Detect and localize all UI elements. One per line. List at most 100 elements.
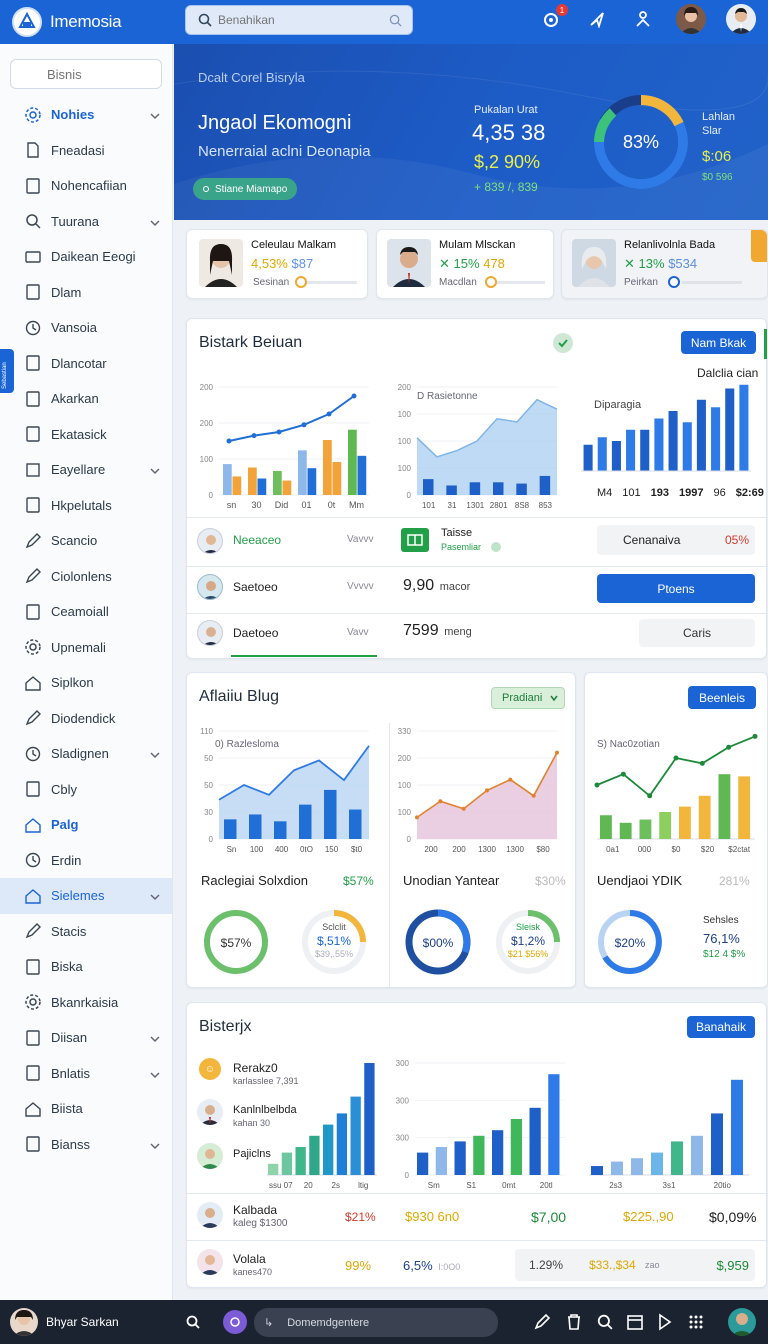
stat-value: 4,35 38 [472,120,546,145]
table-row[interactable]: Saetoeo Vvvvv 9,90 macor Ptoens [187,567,768,613]
sidebar-item[interactable]: Sladignen [0,736,172,772]
side-tag[interactable] [751,230,767,262]
section-action-button[interactable]: Banahaik [687,1016,755,1038]
chevron-down-icon[interactable] [150,216,160,231]
table-row[interactable]: Volala kanes470 99% 6,5% I:0O0 1.29% $33… [187,1241,768,1287]
sidebar-item[interactable]: Diodendick [0,701,172,737]
sidebar-item[interactable]: Eayellare [0,452,172,488]
sidebar-item-label: Fneadasi [51,142,105,158]
check-icon[interactable] [553,333,573,353]
bar [223,464,232,495]
breadcrumb[interactable]: Dcalt Corel Bisryla [198,70,305,85]
app-logo[interactable]: Imemosia [12,7,182,37]
chevron-down-icon[interactable] [150,1068,160,1083]
person-card-2[interactable]: Mulam Mlsckan ✕ 15% 478 Macdlan [376,229,554,299]
sidebar-item[interactable]: Tuurana [0,204,172,240]
section-action-button[interactable]: Nam Bkak [681,331,756,354]
pen-icon[interactable] [533,1313,551,1334]
sidebar-item[interactable]: Diisan [0,1020,172,1056]
progress-knob-icon[interactable] [295,276,307,288]
sidebar-item[interactable]: Sielemes [0,878,172,914]
sidebar-item[interactable]: Nohies [0,97,172,133]
notification-bell-icon[interactable]: 1 [538,4,568,32]
sidebar-item[interactable]: Stacis [0,914,172,950]
sidebar-item[interactable]: Ceamoiall [0,594,172,630]
x-tick-label: 101 [422,501,436,510]
doc-icon [24,1135,42,1153]
search-input[interactable] [218,13,378,27]
search-bar[interactable] [185,5,413,35]
search-icon-2[interactable] [597,1314,613,1333]
progress-knob-icon[interactable] [668,276,680,288]
sidebar-item[interactable]: Scancio [0,523,172,559]
bar [299,804,312,839]
progress-knob-icon[interactable] [485,276,497,288]
divider [389,723,390,989]
sidebar-item[interactable]: Nohencafiian [0,168,172,204]
search-icon [24,212,42,230]
chevron-down-icon[interactable] [150,464,160,479]
status-chip[interactable]: Stiane Miamapo [193,178,298,200]
x-tick-label: 400 [275,845,289,854]
sidebar-item[interactable]: Cbly [0,772,172,808]
sidebar-search[interactable] [10,59,237,89]
sidebar-item[interactable]: Dlam [0,275,172,311]
filter-dropdown[interactable]: Pradiani [491,687,565,709]
sidebar-item[interactable]: Bkanrkaisia [0,985,172,1021]
apps-grid-icon[interactable] [688,1314,704,1333]
table-row[interactable]: Neeaceo Vavvv Taisse Pasemliar Cenanaiva… [187,518,768,566]
bottom-command-input[interactable]: ↳ Domemdgentere [254,1308,498,1337]
row-action-button[interactable]: Caris [639,619,755,647]
sidebar-item[interactable]: Hkpelutals [0,488,172,524]
point [647,793,653,799]
search-submit-icon[interactable] [389,14,402,27]
sidebar-item[interactable]: Ekatasick [0,417,172,453]
sidebar-item[interactable]: Ciolonlens [0,559,172,595]
sidebar-item[interactable]: Biista [0,1091,172,1127]
sidebar-item[interactable]: Palg [0,807,172,843]
chevron-down-icon[interactable] [150,109,160,124]
chevron-down-icon[interactable] [150,1139,160,1154]
bar [454,1141,466,1175]
sidebar-item[interactable]: Fneadasi [0,133,172,169]
row-action-button[interactable]: Ptoens [597,574,755,603]
sidebar-item[interactable]: Daikean Eeogi [0,239,172,275]
person-card-1[interactable]: Celeulau Malkam 4,53% $87 Sesinan [186,229,368,299]
sidebar-item[interactable]: Vansoia [0,310,172,346]
search-icon[interactable] [186,1315,200,1332]
x-tick-label: $80 [536,845,550,854]
x-tick-label: 20tio [714,1181,732,1190]
calendar-icon[interactable] [627,1313,643,1334]
top-bar: Imemosia 1 [0,0,768,44]
chevron-down-icon[interactable] [150,748,160,763]
sidebar-collapse-tab[interactable]: Sebastian [0,349,14,393]
bottom-avatar-2[interactable] [728,1308,756,1336]
row-input-box[interactable]: 1.29% $33.,$34 zao $,959 [515,1249,755,1281]
sidebar-item[interactable]: Biska [0,949,172,985]
section-action-button[interactable]: Beenleis [688,686,756,709]
sidebar-item[interactable]: Bianss [0,1127,172,1163]
chevron-down-icon[interactable] [150,1032,160,1047]
sidebar-item[interactable]: Erdin [0,843,172,879]
person-card-3[interactable]: Relanlivolnla Bada ✕ 13% $534 Peirkan [561,229,768,299]
row-status-box[interactable]: Cenanaiva 05% [597,525,755,555]
sidebar-item[interactable]: Dlancotar [0,346,172,382]
table-row[interactable]: Kalbada kaleg $1300 $21% $930 6n0 $7,00 … [187,1194,768,1240]
send-icon[interactable] [584,6,610,32]
sidebar-item[interactable]: Upnemali [0,630,172,666]
sidebar-item[interactable]: Akarkan [0,381,172,417]
bottom-avatar[interactable] [10,1308,38,1336]
user-settings-icon[interactable] [630,6,656,32]
sync-icon[interactable] [223,1310,247,1334]
avatar [572,239,616,287]
grid-icon[interactable] [401,528,429,552]
sidebar-item[interactable]: Bnlatis [0,1056,172,1092]
avatar-user-1[interactable] [676,4,706,34]
avatar-user-2[interactable] [726,4,756,34]
donut-side-value: 76,1% [703,931,740,946]
sidebar-item[interactable]: Siplkon [0,665,172,701]
trash-icon[interactable] [566,1313,582,1334]
chevron-down-icon[interactable] [150,890,160,905]
play-icon[interactable] [658,1313,672,1334]
table-row[interactable]: Daetoeo Vavv 7599 meng Caris [187,614,768,658]
